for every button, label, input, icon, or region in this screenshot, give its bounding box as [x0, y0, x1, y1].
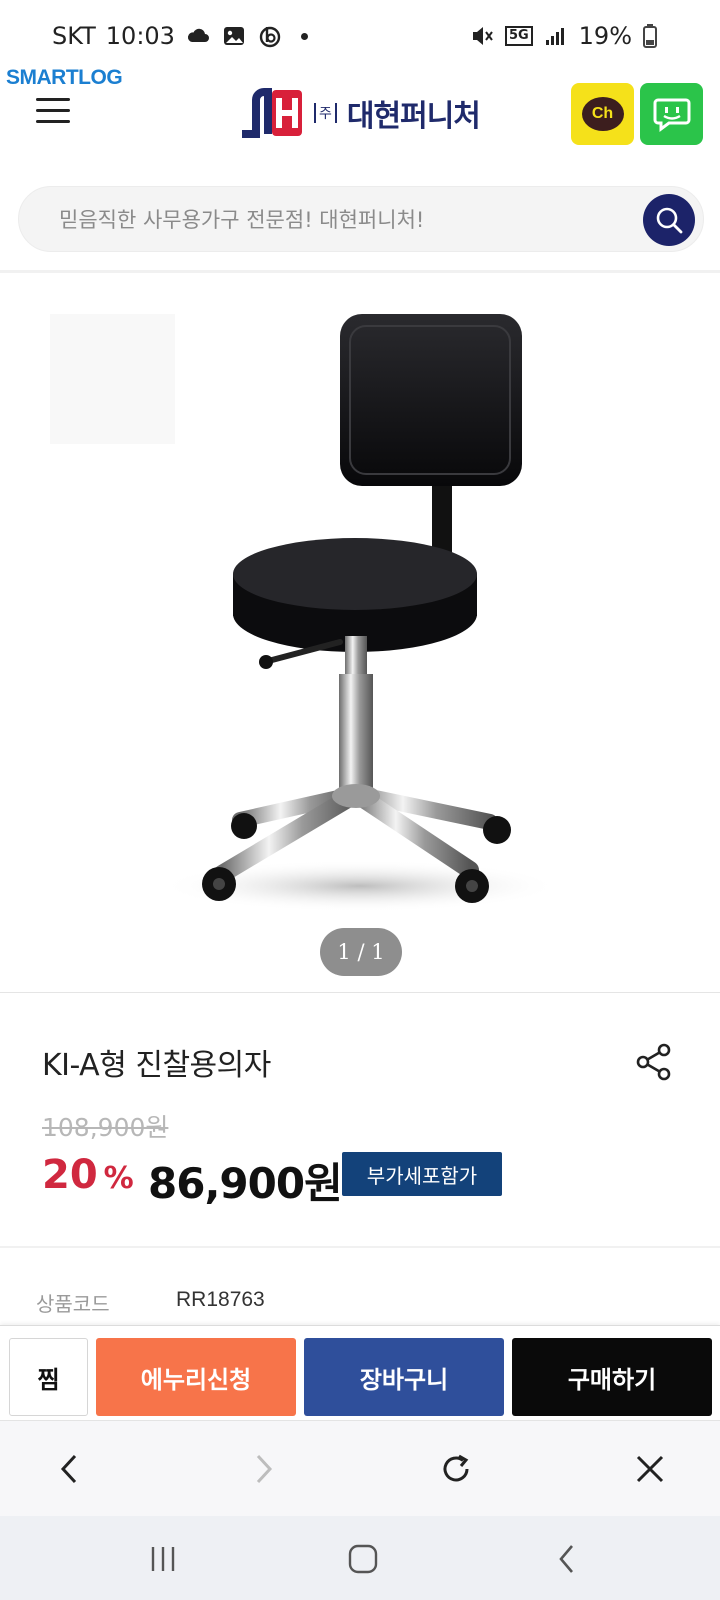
signal-icon	[545, 28, 564, 45]
share-icon	[636, 1043, 671, 1081]
image-pager: 1 / 1	[320, 928, 402, 976]
buy-now-button[interactable]: 구매하기	[512, 1338, 712, 1416]
talk-icon	[653, 98, 690, 132]
chevron-left-icon	[60, 1454, 77, 1484]
discount-rate: 20%	[42, 1152, 134, 1198]
share-button[interactable]	[634, 1042, 674, 1082]
network-label: 5G	[504, 26, 533, 46]
search-input[interactable]	[59, 187, 619, 253]
site-logo[interactable]: 주 대현퍼니처	[238, 84, 481, 142]
battery-icon	[643, 24, 657, 48]
logo-text: 대현퍼니처	[346, 99, 481, 134]
browser-toolbar	[0, 1420, 720, 1516]
chair-image	[50, 314, 560, 912]
home-icon	[348, 1544, 378, 1574]
system-nav-bar	[0, 1516, 720, 1600]
menu-icon-line	[36, 109, 70, 112]
sale-price: 86,900원	[148, 1159, 343, 1208]
recent-apps-button[interactable]	[138, 1534, 188, 1584]
vat-included-badge: 부가세포함가	[342, 1152, 502, 1196]
info-divider	[0, 1246, 720, 1248]
notification-dot	[300, 32, 308, 40]
system-back-button[interactable]	[542, 1534, 592, 1584]
logo-mark-icon	[242, 88, 302, 138]
browser-back-button[interactable]	[46, 1445, 94, 1493]
carrier-label: SKT	[52, 22, 96, 50]
smartlog-watermark: SMARTLOG	[6, 66, 123, 89]
product-image[interactable]	[0, 274, 720, 990]
b-app-icon	[259, 26, 281, 48]
status-right: 5G 19%	[469, 22, 658, 50]
back-icon	[559, 1545, 573, 1573]
status-left: SKT 10:03	[52, 22, 308, 50]
browser-forward-button[interactable]	[239, 1445, 287, 1493]
product-code-value: RR18763	[176, 1288, 265, 1311]
recent-apps-icon	[151, 1547, 175, 1571]
discount-unit: %	[103, 1161, 134, 1196]
home-button[interactable]	[338, 1534, 388, 1584]
header-divider	[0, 270, 720, 273]
cloud-icon	[187, 28, 209, 42]
kakao-channel-button[interactable]: Ch	[571, 83, 634, 145]
search-button[interactable]	[643, 194, 695, 246]
image-divider	[0, 992, 720, 993]
search-bar	[18, 186, 704, 253]
discount-value: 20	[42, 1152, 98, 1198]
purchase-action-bar: 찜 에누리신청 장바구니 구매하기	[0, 1325, 720, 1420]
add-to-cart-button[interactable]: 장바구니	[304, 1338, 504, 1416]
status-bar: SKT 10:03 5G 19%	[0, 0, 720, 74]
refresh-icon	[443, 1454, 469, 1482]
menu-button[interactable]	[36, 98, 70, 124]
menu-icon-line	[36, 120, 70, 123]
browser-close-button[interactable]	[626, 1445, 674, 1493]
kakao-channel-icon: Ch	[581, 97, 624, 131]
browser-refresh-button[interactable]	[432, 1445, 480, 1493]
close-icon	[636, 1455, 664, 1483]
logo-corp-mark: 주	[314, 103, 337, 123]
talk-button[interactable]	[640, 83, 703, 145]
product-code-label: 상품코드	[36, 1292, 110, 1316]
enuri-request-button[interactable]: 에누리신청	[96, 1338, 296, 1416]
battery-percent: 19%	[578, 22, 632, 50]
clock: 10:03	[105, 22, 175, 50]
chevron-right-icon	[256, 1454, 273, 1484]
product-title: KI-A형 진찰용의자	[42, 1048, 271, 1083]
wishlist-button[interactable]: 찜	[9, 1338, 88, 1416]
search-icon	[656, 207, 683, 234]
menu-icon	[36, 98, 70, 101]
gallery-icon	[223, 27, 244, 45]
original-price: 108,900원	[42, 1113, 169, 1142]
mute-icon	[472, 27, 493, 45]
